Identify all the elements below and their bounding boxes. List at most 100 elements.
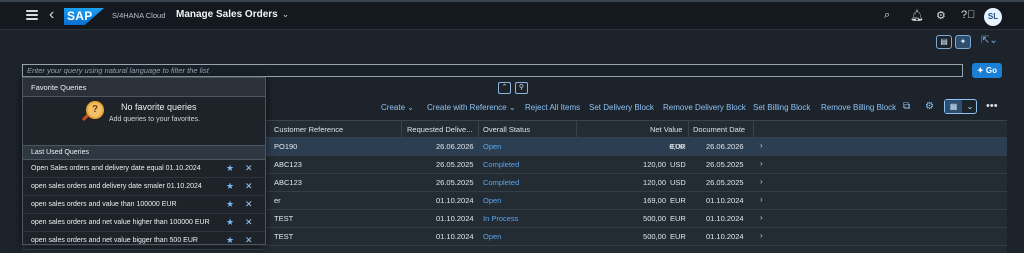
document-date: 01.10.2024 [706,196,744,205]
document-date: 01.10.2024 [706,232,744,241]
view-toggle[interactable]: ▦ ⌄ [944,99,977,114]
query-text[interactable]: Open Sales orders and delivery date equa… [31,165,201,172]
add-favorite-icon[interactable]: ★ [226,199,234,210]
help-icon[interactable]: ?⃝ [961,9,975,21]
currency: EUR [670,232,686,241]
overall-status[interactable]: Open [483,142,501,151]
table-view-icon[interactable]: ▦ [945,100,962,113]
row-navigation-icon[interactable]: › [760,231,763,240]
last-used-query-item[interactable]: open sales orders and delivery date smal… [23,178,265,196]
sap-logo[interactable]: SAP [64,8,104,25]
currency: EUR [670,214,686,223]
support-icon[interactable]: ⚙︎ [936,9,946,22]
overall-status[interactable]: In Process [483,214,518,223]
create-with-reference-button[interactable]: Create with Reference ⌄ [427,103,516,112]
query-text[interactable]: open sales orders and value than 100000 … [31,201,177,208]
bell-icon[interactable]: 🔔︎ [910,9,924,22]
add-favorite-icon[interactable]: ★ [226,163,234,174]
more-icon[interactable]: ••• [986,100,998,112]
overall-status[interactable]: Completed [483,160,519,169]
product-name: S/4HANA Cloud [112,11,166,20]
no-favorites-title: No favorite queries [121,102,197,112]
customer-reference: er [274,196,281,205]
row-navigation-icon[interactable]: › [760,177,763,186]
avatar[interactable]: SL [984,8,1002,26]
net-value: 120,00 [643,160,666,169]
chevron-down-icon: ⌄ [281,9,290,19]
requested-delivery-date: 26.06.2026 [436,142,474,151]
no-favorites-placeholder: ? No favorite queries Add queries to you… [23,97,265,139]
query-text[interactable]: open sales orders and net value higher t… [31,219,210,226]
pin-header-icon[interactable]: ⚲ [515,82,528,94]
set-billing-block-button[interactable]: Set Billing Block [753,103,810,112]
collapse-header-icon[interactable]: ⌃ [498,82,511,94]
last-used-query-item[interactable]: open sales orders and net value bigger t… [23,232,265,250]
query-text[interactable]: open sales orders and net value bigger t… [31,237,198,244]
net-value: 500,00 [643,232,666,241]
remove-icon[interactable]: ✕ [245,181,253,192]
document-date: 26.06.2026 [706,142,744,151]
go-button[interactable]: ✦ Go [972,63,1002,78]
column-customer-reference[interactable]: Customer Reference [274,125,343,134]
overall-status[interactable]: Completed [483,178,519,187]
requested-delivery-date: 01.10.2024 [436,196,474,205]
column-net-value[interactable]: Net Value [650,125,682,134]
remove-billing-block-button[interactable]: Remove Billing Block [821,103,896,112]
document-date: 26.05.2025 [706,160,744,169]
share-icon[interactable]: ⇱⌄ [981,35,998,46]
requested-delivery-date: 01.10.2024 [436,214,474,223]
currency: USD [670,160,686,169]
customer-reference: TEST [274,232,294,241]
menu-icon[interactable] [26,10,38,20]
last-used-query-item[interactable]: open sales orders and net value higher t… [23,214,265,232]
sparkle-icon: ✦ [976,66,986,75]
copy-icon[interactable]: ⧉ [903,101,910,112]
remove-delivery-block-button[interactable]: Remove Delivery Block [663,103,746,112]
overall-status[interactable]: Open [483,196,501,205]
query-text[interactable]: open sales orders and delivery date smal… [31,183,202,190]
row-navigation-icon[interactable]: › [760,195,763,204]
document-date: 01.10.2024 [706,214,744,223]
remove-icon[interactable]: ✕ [245,217,253,228]
currency: USD [670,178,686,187]
last-used-query-item[interactable]: Open Sales orders and delivery date equa… [23,160,265,178]
remove-icon[interactable]: ✕ [245,199,253,210]
app-title[interactable]: Manage Sales Orders ⌄ [176,9,289,20]
add-favorite-icon[interactable]: ★ [226,181,234,192]
back-icon[interactable]: ‹ [49,6,54,24]
customer-reference: PO190 [274,142,298,151]
requested-delivery-date: 26.05.2025 [436,160,474,169]
add-favorite-icon[interactable]: ★ [226,235,234,246]
shell-bar: ‹ SAP S/4HANA Cloud Manage Sales Orders ⌄… [0,0,1024,30]
last-used-query-item[interactable]: open sales orders and value than 100000 … [23,196,265,214]
overall-status[interactable]: Open [483,232,501,241]
net-value: 120,00 [643,178,666,187]
column-requested-delivery[interactable]: Requested Delive... [407,125,472,134]
remove-icon[interactable]: ✕ [245,163,253,174]
customer-reference: ABC123 [274,160,302,169]
last-used-queries-header: Last Used Queries [23,145,265,160]
requested-delivery-date: 01.10.2024 [436,232,474,241]
column-overall-status[interactable]: Overall Status [483,125,530,134]
search-icon[interactable]: ⌕ [884,9,890,22]
row-navigation-icon[interactable]: › [760,159,763,168]
row-navigation-icon[interactable]: › [760,213,763,222]
customer-reference: ABC123 [274,178,302,187]
chevron-down-icon[interactable]: ⌄ [963,100,977,113]
net-value: 500,00 [643,214,666,223]
net-value: 169,00 [643,196,666,205]
customer-reference: TEST [274,214,294,223]
settings-icon[interactable]: ⚙︎ [925,101,934,112]
ai-sparkle-icon[interactable]: ✦ [955,35,971,49]
create-button[interactable]: Create ⌄ [381,103,414,112]
remove-icon[interactable]: ✕ [245,235,253,246]
reject-all-items-button[interactable]: Reject All Items [525,103,580,112]
add-favorite-icon[interactable]: ★ [226,217,234,228]
natural-language-query-input[interactable]: Enter your query using natural language … [22,64,963,77]
row-navigation-icon[interactable]: › [760,141,763,150]
list-view-icon[interactable]: ▤ [936,35,952,49]
column-document-date[interactable]: Document Date [693,125,745,134]
query-history-popover: Favorite Queries ? No favorite queries A… [22,77,266,250]
requested-delivery-date: 26.05.2025 [436,178,474,187]
set-delivery-block-button[interactable]: Set Delivery Block [589,103,654,112]
